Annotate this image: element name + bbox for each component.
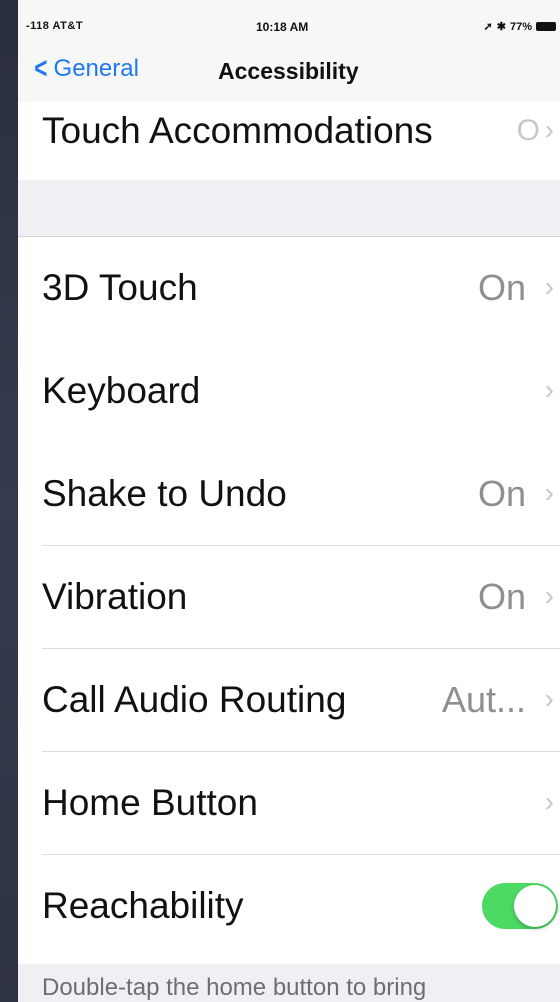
chevron-right-icon: › [544, 477, 554, 508]
settings-row-vibration[interactable]: Vibration On › [18, 546, 560, 649]
chevron-right-icon: › [544, 580, 554, 611]
reachability-toggle[interactable] [482, 883, 558, 929]
row-value: On [477, 473, 526, 514]
phone-screen: -118 AT&T 10:18 AM ➚ ✱ 77% < General Acc… [18, 0, 560, 1002]
status-bar: -118 AT&T 10:18 AM ➚ ✱ 77% [18, 0, 560, 44]
section-gap [18, 180, 560, 236]
chevron-right-icon: › [544, 683, 554, 714]
settings-row-home-button[interactable]: Home Button › [18, 752, 560, 855]
bluetooth-icon: ✱ [496, 21, 506, 33]
chevron-right-icon: › [544, 114, 554, 145]
settings-row-reachability: Reachability [18, 855, 560, 958]
chevron-right-icon: › [544, 374, 554, 405]
row-value: On [477, 576, 526, 617]
row-label: Reachability [42, 885, 244, 926]
clock: 10:18 AM [256, 20, 309, 34]
footer-text: Double-tap the home button to bring [42, 974, 427, 1001]
location-icon: ➚ [483, 21, 493, 33]
battery-percent: 77% [509, 20, 532, 33]
navigation-bar: < General Accessibility [18, 44, 560, 102]
page-title: Accessibility [218, 58, 359, 84]
row-value: O [516, 114, 540, 147]
settings-row-call-audio-routing[interactable]: Call Audio Routing Aut... › [18, 649, 560, 752]
row-value: Aut... [441, 679, 526, 720]
settings-group: 3D Touch On › Keyboard › Shake to Undo O… [18, 236, 560, 965]
chevron-right-icon: › [544, 786, 554, 817]
chevron-left-icon: < [34, 52, 48, 85]
row-label: Call Audio Routing [42, 679, 347, 720]
back-label: General [53, 55, 139, 82]
row-label: Shake to Undo [42, 473, 287, 514]
status-right: ➚ ✱ 77% [484, 20, 556, 33]
row-value: On [477, 267, 526, 308]
battery-icon [536, 22, 556, 31]
row-label: 3D Touch [42, 267, 198, 308]
settings-row-3d-touch[interactable]: 3D Touch On › [18, 237, 560, 340]
back-button[interactable]: < General [32, 54, 139, 84]
row-label: Vibration [42, 576, 188, 617]
toggle-knob [514, 885, 556, 927]
carrier-label: -118 AT&T [26, 20, 84, 32]
row-label: Keyboard [42, 370, 201, 411]
settings-row-keyboard[interactable]: Keyboard › [18, 340, 560, 443]
settings-row-shake-to-undo[interactable]: Shake to Undo On › [18, 443, 560, 546]
settings-row-touch-accommodations[interactable]: Touch Accommodations O › [18, 102, 560, 181]
row-label: Touch Accommodations [42, 110, 433, 151]
row-label: Home Button [42, 782, 258, 823]
section-footer: Double-tap the home button to bring [18, 964, 560, 1002]
chevron-right-icon: › [544, 271, 554, 302]
